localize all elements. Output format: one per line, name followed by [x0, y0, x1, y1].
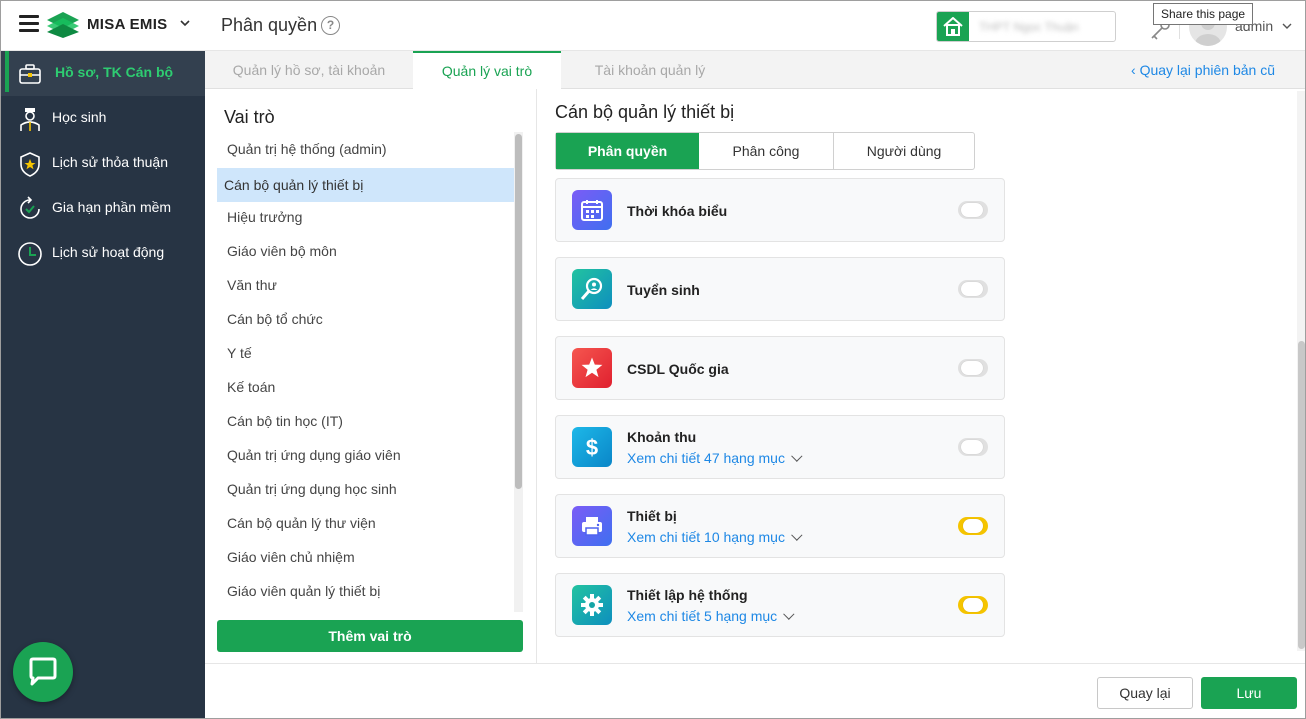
sidebar-item-label: Lịch sử thỏa thuận	[52, 154, 169, 170]
chevron-down-icon[interactable]	[1281, 20, 1293, 32]
subtab-users[interactable]: Người dùng	[834, 133, 974, 169]
role-item[interactable]: Y tế	[217, 336, 515, 370]
star-icon	[572, 348, 612, 388]
permission-toggle[interactable]	[958, 596, 988, 614]
sidebar-item-label: Lịch sử hoạt động	[52, 244, 165, 260]
sidebar-item-staff-profiles[interactable]: Hồ sơ, TK Cán bộ	[1, 51, 205, 96]
student-icon	[20, 108, 40, 131]
subtab-group: Phân quyền Phân công Người dùng	[555, 132, 975, 170]
brand-name: MISA EMIS	[87, 16, 168, 33]
help-icon[interactable]: ?	[321, 16, 340, 35]
permission-detail-link-label: Xem chi tiết 47 hạng mục	[627, 450, 785, 466]
sidebar-item-students[interactable]: Học sinh	[1, 96, 205, 141]
sidebar-item-label: Gia hạn phần mềm	[52, 199, 172, 215]
chevron-down-icon	[791, 450, 803, 462]
renew-icon	[20, 196, 40, 219]
permission-toggle[interactable]	[958, 438, 988, 456]
role-item[interactable]: Cán bộ tin học (IT)	[217, 404, 515, 438]
school-name: THPT Ngọc Thuận	[979, 20, 1079, 34]
permission-toggle[interactable]	[958, 517, 988, 535]
permission-detail-link-label: Xem chi tiết 5 hạng mục	[627, 608, 778, 624]
top-bar: MISA EMIS Phân quyền ? THPT Ngọc Thuận a…	[1, 1, 1305, 51]
permission-toggle[interactable]	[958, 280, 988, 298]
role-item[interactable]: Văn thư	[217, 268, 515, 302]
permission-name: Tuyển sinh	[627, 282, 700, 298]
page-title: Phân quyền	[221, 15, 318, 35]
permission-name: Thiết lập hệ thống	[627, 587, 748, 603]
role-item[interactable]: Kế toán	[217, 370, 515, 404]
tab-profile-account[interactable]: Quản lý hồ sơ, tài khoản	[205, 51, 413, 89]
printer-icon	[572, 506, 612, 546]
sidebar-item-activity-history[interactable]: Lịch sử hoạt động	[1, 231, 205, 276]
tab-admin-accounts[interactable]: Tài khoản quản lý	[561, 51, 739, 89]
permission-toggle[interactable]	[958, 359, 988, 377]
role-item[interactable]: Cán bộ quản lý thư viện	[217, 506, 515, 540]
role-item[interactable]: Cán bộ tổ chức	[217, 302, 515, 336]
search-person-icon	[572, 269, 612, 309]
role-item[interactable]: Hiệu trưởng	[217, 200, 515, 234]
role-item[interactable]: Quản trị hệ thống (admin)	[217, 132, 515, 166]
permission-name: Thiết bị	[627, 508, 677, 524]
permission-name: Thời khóa biểu	[627, 203, 728, 219]
permission-detail-link-label: Xem chi tiết 10 hạng mục	[627, 529, 785, 545]
chevron-down-icon	[783, 608, 795, 620]
back-button[interactable]: Quay lại	[1097, 677, 1193, 709]
role-item[interactable]: Giáo viên bộ môn	[217, 234, 515, 268]
roles-title: Vai trò	[224, 107, 275, 127]
calendar-icon	[572, 190, 612, 230]
permission-card-admissions: Tuyển sinh	[555, 257, 1005, 321]
chevron-down-icon	[791, 529, 803, 541]
sidebar-item-label: Hồ sơ, TK Cán bộ	[55, 64, 174, 80]
home-button[interactable]	[937, 12, 969, 41]
chat-button[interactable]	[13, 642, 73, 702]
permission-card-fees: $ Khoản thu Xem chi tiết 47 hạng mục	[555, 415, 1005, 479]
sidebar-item-renewal[interactable]: Gia hạn phần mềm	[1, 186, 205, 231]
shield-star-icon	[20, 152, 40, 177]
menu-icon[interactable]	[19, 15, 39, 33]
permission-detail-link[interactable]: Xem chi tiết 47 hạng mục	[627, 450, 803, 466]
permission-card-equipment: Thiết bị Xem chi tiết 10 hạng mục	[555, 494, 1005, 558]
permission-name: CSDL Quốc gia	[627, 361, 729, 377]
sidebar-item-agreement-history[interactable]: Lịch sử thỏa thuận	[1, 141, 205, 186]
dollar-icon: $	[572, 427, 612, 467]
permission-detail-link[interactable]: Xem chi tiết 5 hạng mục	[627, 608, 795, 624]
clock-icon	[18, 242, 42, 266]
sidebar-item-label: Học sinh	[52, 109, 107, 125]
briefcase-icon	[19, 64, 41, 84]
roles-scrollbar-thumb[interactable]	[515, 134, 522, 489]
role-item[interactable]: Cán bộ quản lý thiết bị	[217, 168, 515, 202]
home-icon	[943, 17, 963, 36]
permission-name: Khoản thu	[627, 429, 697, 445]
misa-logo-icon	[47, 12, 79, 38]
permission-detail-link[interactable]: Xem chi tiết 10 hạng mục	[627, 529, 803, 545]
role-item[interactable]: Giáo viên quản lý thiết bị	[217, 574, 515, 608]
app-window: MISA EMIS Phân quyền ? THPT Ngọc Thuận a…	[0, 0, 1306, 719]
subtab-permissions[interactable]: Phân quyền	[556, 133, 699, 169]
school-selector[interactable]: THPT Ngọc Thuận	[936, 11, 1116, 42]
subtab-assignment[interactable]: Phân công	[699, 133, 834, 169]
sidebar: Hồ sơ, TK Cán bộ Học sinh Lịch sử thỏa t…	[1, 51, 205, 718]
permission-card-system-settings: Thiết lập hệ thống Xem chi tiết 5 hạng m…	[555, 573, 1005, 637]
chat-icon	[29, 657, 57, 686]
svg-text:$: $	[586, 435, 598, 459]
permission-card-timetable: Thời khóa biểu	[555, 178, 1005, 242]
add-role-button[interactable]: Thêm vai trò	[217, 620, 523, 652]
tab-role-management[interactable]: Quản lý vai trò	[413, 51, 561, 89]
role-item[interactable]: Quản trị ứng dụng giáo viên	[217, 438, 515, 472]
detail-scrollbar-thumb[interactable]	[1298, 341, 1305, 649]
back-link-label: Quay lại phiên bản cũ	[1139, 62, 1275, 78]
role-item[interactable]: Quản trị ứng dụng học sinh	[217, 472, 515, 506]
back-to-old-version-link[interactable]: ‹ Quay lại phiên bản cũ	[1131, 62, 1275, 78]
share-tooltip: Share this page	[1153, 3, 1254, 25]
permission-card-national-db: CSDL Quốc gia	[555, 336, 1005, 400]
permission-toggle[interactable]	[958, 201, 988, 219]
role-item[interactable]: Giáo viên chủ nhiệm	[217, 540, 515, 574]
chevron-down-icon[interactable]	[179, 17, 191, 29]
detail-title: Cán bộ quản lý thiết bị	[555, 102, 735, 122]
gear-icon	[572, 585, 612, 625]
save-button[interactable]: Lưu	[1201, 677, 1297, 709]
